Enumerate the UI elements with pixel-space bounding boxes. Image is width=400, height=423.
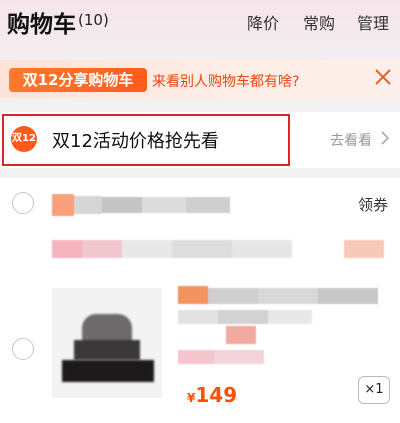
- chevron-right-icon: [381, 131, 390, 145]
- manage-button[interactable]: 管理: [357, 10, 389, 34]
- quantity-stepper[interactable]: ×1: [358, 376, 390, 404]
- shop-card: 领券 ¥149 ×1: [0, 178, 400, 423]
- price-drop-button[interactable]: 降价: [247, 10, 279, 34]
- shop-select-radio[interactable]: [12, 192, 34, 214]
- activity-card[interactable]: 双12 双12活动价格抢先看 去看看: [0, 112, 400, 168]
- promo-strip-blurred: [52, 238, 392, 262]
- activity-title: 双12活动价格抢先看: [52, 131, 219, 152]
- item-price: ¥149: [187, 383, 237, 407]
- share-cart-badge: 双12分享购物车: [9, 68, 147, 92]
- product-title-blurred: [178, 286, 392, 372]
- price-value: 149: [195, 383, 238, 407]
- share-cart-text: 来看别人购物车都有啥?: [152, 74, 300, 90]
- shop-name-blurred: [52, 194, 252, 216]
- go-see-link[interactable]: 去看看: [330, 130, 372, 150]
- frequent-buy-button[interactable]: 常购: [303, 10, 335, 34]
- cart-count: (10): [78, 11, 109, 29]
- close-icon[interactable]: [374, 68, 392, 86]
- coupon-button[interactable]: 领券: [358, 194, 388, 215]
- cart-header: 购物车 (10) 降价 常购 管理: [0, 0, 400, 48]
- share-cart-banner[interactable]: 双12分享购物车 来看别人购物车都有啥?: [0, 60, 400, 98]
- page-title: 购物车: [7, 12, 76, 38]
- double12-logo-icon: 双12: [11, 126, 37, 152]
- product-image[interactable]: [52, 288, 162, 398]
- item-select-radio[interactable]: [12, 338, 34, 360]
